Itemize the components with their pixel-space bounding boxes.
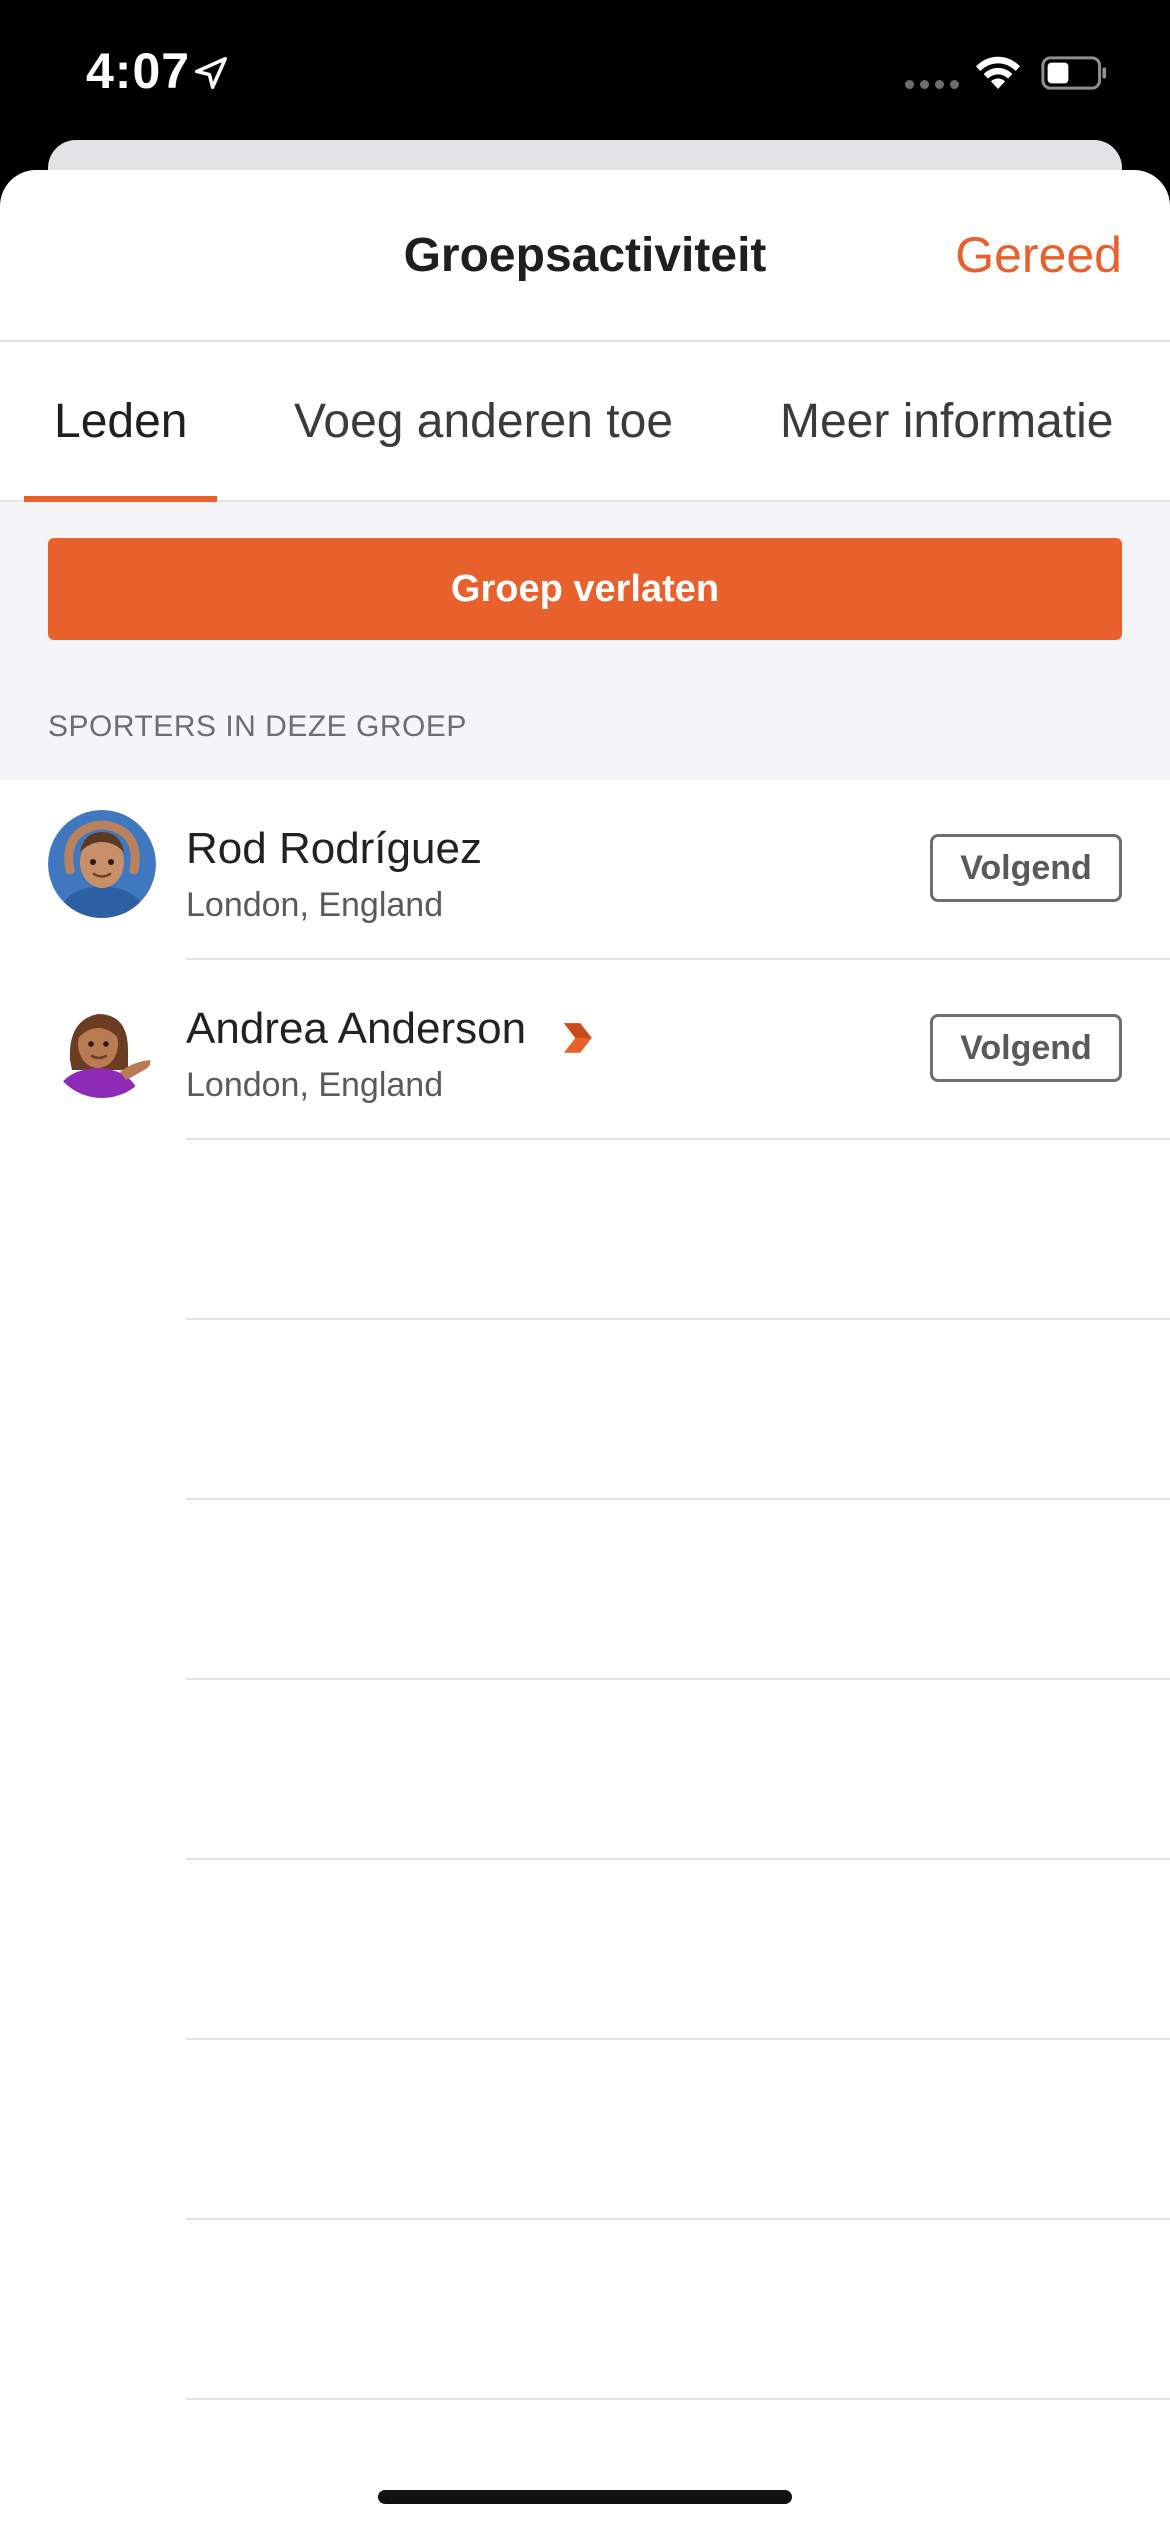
- tab-add-others[interactable]: Voeg anderen toe: [294, 394, 673, 449]
- cellular-signal-icon: [905, 80, 959, 89]
- status-time: 4:07: [86, 43, 191, 99]
- empty-row: [0, 1500, 1170, 1680]
- member-name: Andrea Anderson: [186, 1004, 527, 1053]
- list-item[interactable]: Andrea Anderson London, England Volgend: [0, 960, 1170, 1140]
- woman-tipping-hand-emoji-icon: [48, 990, 156, 1098]
- divider: [186, 2398, 1170, 2400]
- following-button[interactable]: Volgend: [930, 834, 1122, 902]
- tab-bar: Leden Voeg anderen toe Meer informatie: [0, 342, 1170, 502]
- location-arrow-icon: [195, 57, 227, 89]
- empty-row: [0, 2220, 1170, 2400]
- status-bar: 4:07: [0, 0, 1170, 140]
- empty-row: [0, 1680, 1170, 1860]
- member-name: Rod Rodríguez: [186, 824, 482, 873]
- member-location: London, England: [186, 886, 444, 924]
- empty-row: [0, 2040, 1170, 2220]
- leave-group-button[interactable]: Groep verlaten: [48, 538, 1122, 640]
- tab-members[interactable]: Leden: [54, 394, 187, 449]
- member-location: London, England: [186, 1066, 444, 1104]
- group-activity-sheet: Groepsactiviteit Gereed Leden Voeg ander…: [0, 170, 1170, 2532]
- navigation-bar: Groepsactiviteit Gereed: [0, 170, 1170, 342]
- empty-row: [0, 1860, 1170, 2040]
- home-indicator[interactable]: [378, 2490, 792, 2504]
- members-list: Rod Rodríguez London, England Volgend An…: [0, 780, 1170, 2400]
- tab-more-info[interactable]: Meer informatie: [780, 394, 1113, 449]
- subscriber-badge-icon: [563, 1023, 592, 1053]
- battery-icon: [1041, 56, 1107, 90]
- man-hands-on-head-emoji-icon: [48, 810, 156, 918]
- list-item[interactable]: Rod Rodríguez London, England Volgend: [0, 780, 1170, 960]
- section-header: SPORTERS IN DEZE GROEP: [48, 710, 467, 743]
- done-button[interactable]: Gereed: [955, 226, 1122, 284]
- wifi-icon: [976, 56, 1020, 89]
- empty-row: [0, 1140, 1170, 1320]
- empty-row: [0, 1320, 1170, 1500]
- group-actions-section: Groep verlaten SPORTERS IN DEZE GROEP: [0, 502, 1170, 780]
- following-button[interactable]: Volgend: [930, 1014, 1122, 1082]
